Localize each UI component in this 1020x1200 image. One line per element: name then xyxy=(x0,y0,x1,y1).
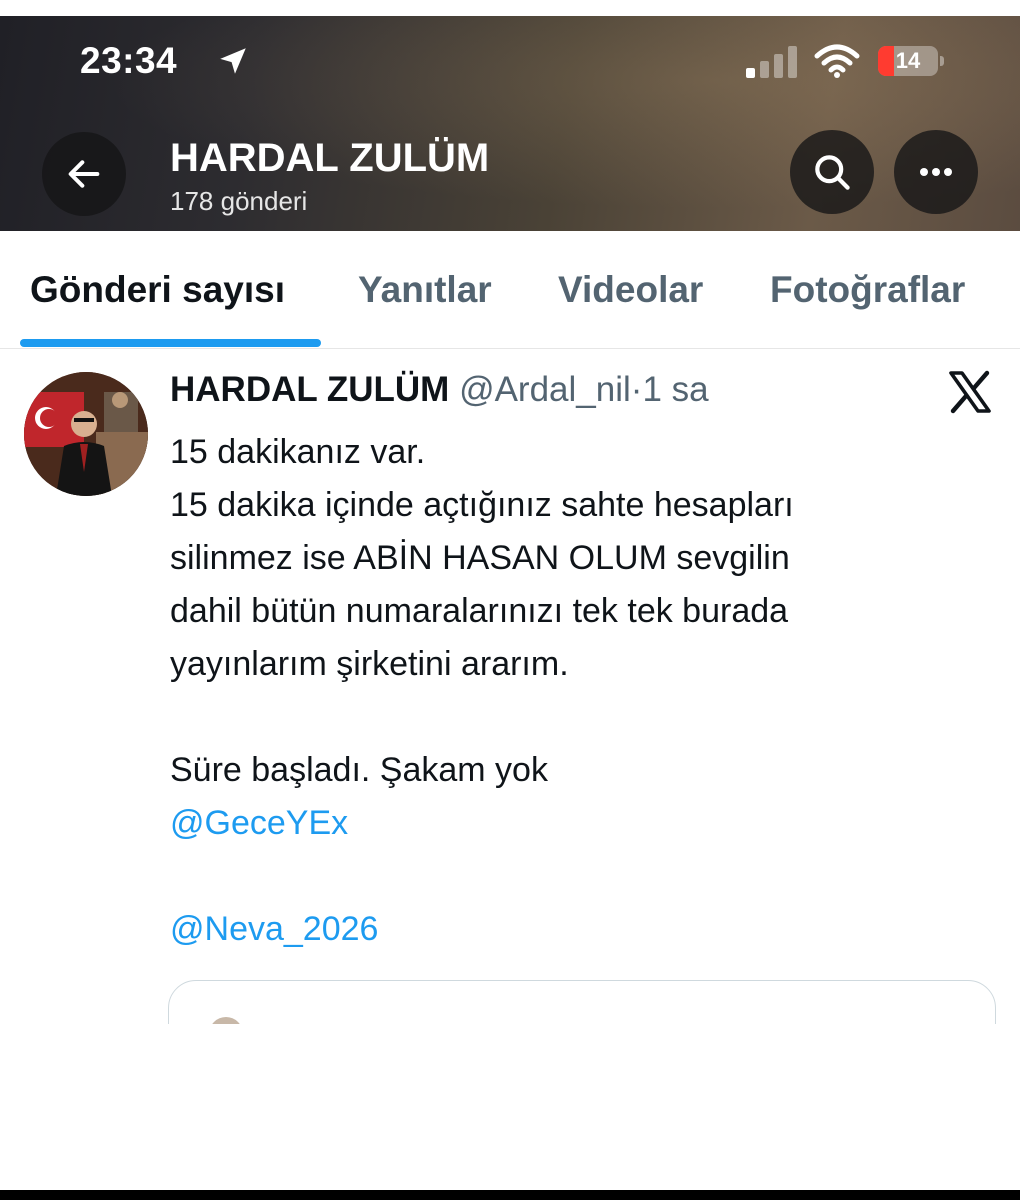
tweet-text: 15 dakikanız var. 15 dakika içinde açtığ… xyxy=(170,426,970,956)
quoted-tweet-card[interactable] xyxy=(168,980,996,1024)
back-arrow-icon xyxy=(68,160,100,188)
tweet-author-name[interactable]: HARDAL ZULÜM xyxy=(170,370,449,409)
active-tab-indicator xyxy=(20,339,321,347)
avatar[interactable] xyxy=(24,372,148,496)
mention-link[interactable]: @GeceYEx xyxy=(170,797,970,850)
cellular-signal-icon xyxy=(746,46,797,78)
search-icon xyxy=(815,155,850,190)
tab-photos[interactable]: Fotoğraflar xyxy=(770,269,965,311)
tweet-separator: · xyxy=(630,370,643,409)
back-button[interactable] xyxy=(42,132,126,216)
tab-replies[interactable]: Yanıtlar xyxy=(358,269,492,311)
tweet-line: silinmez ise ABİN HASAN OLUM sevgilin xyxy=(170,539,790,577)
tweet-line: Süre başladı. Şakam yok xyxy=(170,751,548,789)
status-bar: 23:34 14 xyxy=(0,16,1020,108)
tweet-line: 15 dakikanız var. xyxy=(170,433,426,471)
location-arrow-icon xyxy=(220,48,246,74)
battery-icon: 14 xyxy=(878,46,938,76)
battery-tip xyxy=(940,56,944,66)
more-icon xyxy=(920,168,952,176)
tweet-time[interactable]: 1 sa xyxy=(642,370,708,409)
search-button[interactable] xyxy=(790,130,874,214)
tweet-line: yayınlarım şirketini ararım. xyxy=(170,645,569,683)
tweet-line: 15 dakika içinde açtığınız sahte hesapla… xyxy=(170,486,794,524)
tweet-header: HARDAL ZULÜM @Ardal_nil·1 sa xyxy=(170,370,709,410)
wifi-icon xyxy=(814,44,860,78)
mention-link[interactable]: @Neva_2026 xyxy=(170,903,970,956)
tweet-line: dahil bütün numaralarınızı tek tek burad… xyxy=(170,592,789,630)
profile-header: HARDAL ZULÜM 178 gönderi xyxy=(0,108,1020,231)
bottom-frame-border xyxy=(0,1190,1020,1200)
quoted-avatar xyxy=(209,1017,243,1024)
profile-tabs: Gönderi sayısı Yanıtlar Videolar Fotoğra… xyxy=(0,231,1020,349)
frame-top-border xyxy=(0,0,1020,16)
tweet-handle[interactable]: @Ardal_nil xyxy=(459,370,631,409)
avatar-image xyxy=(24,372,148,496)
tab-posts[interactable]: Gönderi sayısı xyxy=(30,269,285,311)
battery-percentage: 14 xyxy=(895,48,921,73)
status-time: 23:34 xyxy=(80,40,178,81)
x-logo-icon xyxy=(949,370,991,414)
tab-videos[interactable]: Videolar xyxy=(558,269,703,311)
tweet[interactable]: HARDAL ZULÜM @Ardal_nil·1 sa 15 dakikanı… xyxy=(0,348,1020,1024)
profile-name: HARDAL ZULÜM xyxy=(170,136,490,180)
more-button[interactable] xyxy=(894,130,978,214)
post-count: 178 gönderi xyxy=(170,186,308,216)
